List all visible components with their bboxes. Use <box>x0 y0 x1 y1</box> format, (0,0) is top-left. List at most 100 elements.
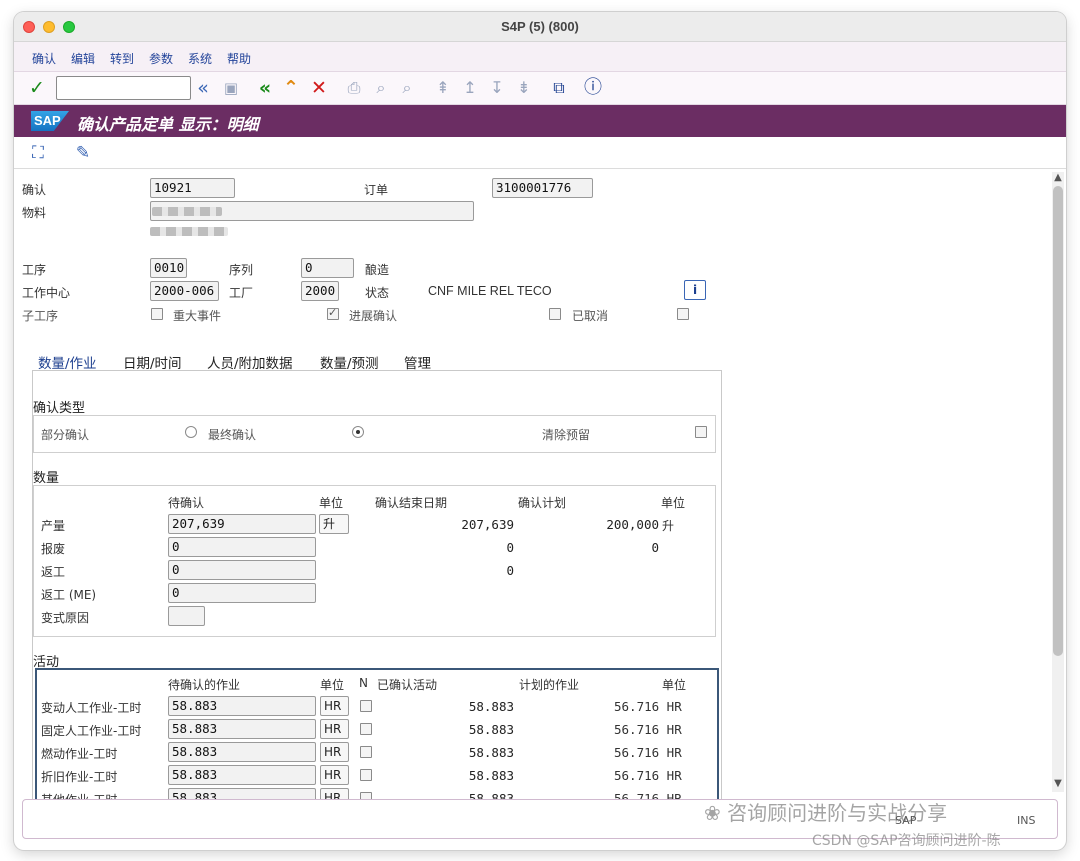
activity-n-checkbox[interactable] <box>360 700 372 712</box>
activity-label: 燃动作业-工时 <box>41 747 118 761</box>
scroll-thumb[interactable] <box>1053 186 1063 656</box>
tab-personnel[interactable]: 人员/附加数据 <box>207 352 293 372</box>
sequence-label: 序列 <box>229 263 254 277</box>
new-session-icon[interactable]: ⧉ <box>548 77 570 99</box>
scroll-up-icon[interactable]: ▲ <box>1052 172 1064 183</box>
menu-confirm[interactable]: 确认 <box>32 50 56 67</box>
redacted-material-desc <box>150 227 228 236</box>
activity-n-checkbox[interactable] <box>360 746 372 758</box>
tab-date-time[interactable]: 日期/时间 <box>123 352 182 372</box>
menu-help[interactable]: 帮助 <box>227 50 251 67</box>
activity-qty-field[interactable]: 58.883 <box>168 719 316 739</box>
qty-variance-reason-label: 变式原因 <box>41 611 90 625</box>
quantity-box: 待确认 单位 确认结束日期 确认计划 单位 产量 207,639 升 207,6… <box>33 485 716 637</box>
qty-scrap-confirmed: 0 <box>506 540 514 555</box>
qty-yield-field[interactable]: 207,639 <box>168 514 316 534</box>
activity-n-checkbox[interactable] <box>360 723 372 735</box>
scroll-down-icon[interactable]: ▼ <box>1052 778 1064 789</box>
qty-rework-field[interactable]: 0 <box>168 560 316 580</box>
order-label: 订单 <box>364 183 389 197</box>
find-next-icon[interactable]: ⌕ <box>396 77 418 99</box>
status-label: 状态 <box>365 286 390 300</box>
find-icon[interactable]: ⌕ <box>370 77 392 99</box>
save-icon[interactable]: ▣ <box>220 77 242 99</box>
edit-document-icon[interactable]: ✎ <box>72 142 94 164</box>
qty-variance-reason-field[interactable] <box>168 606 205 626</box>
workcenter-field[interactable]: 2000-006 <box>150 281 219 301</box>
activity-qty-field[interactable]: 58.883 <box>168 696 316 716</box>
print-icon[interactable]: ⎙ <box>343 77 365 99</box>
watermark-csdn: CSDN @SAP咨询顾问进阶-陈 <box>812 833 1001 849</box>
last-page-icon[interactable]: ⇟ <box>513 77 535 99</box>
act-header-confirmed: 已确认活动 <box>377 678 438 692</box>
sequence-field[interactable]: 0 <box>301 258 354 278</box>
command-field[interactable] <box>56 76 191 100</box>
next-page-icon[interactable]: ↧ <box>486 77 508 99</box>
goods-movement-icon[interactable]: ⛶ <box>27 142 49 164</box>
status-value: CNF MILE REL TECO <box>428 284 552 298</box>
enter-check-icon[interactable]: ✓ <box>26 77 48 99</box>
activity-qty-field[interactable]: 58.883 <box>168 765 316 785</box>
cancel-icon[interactable]: ✕ <box>308 77 330 99</box>
activity-label: 固定人工作业-工时 <box>41 724 142 738</box>
suboperation-label: 子工序 <box>22 309 59 323</box>
vertical-scrollbar[interactable]: ▲ ▼ <box>1052 172 1064 792</box>
menu-parameters[interactable]: 参数 <box>149 50 173 67</box>
status-ins-label: INS <box>1017 814 1036 827</box>
confirmation-field[interactable]: 10921 <box>150 178 235 198</box>
menu-edit[interactable]: 编辑 <box>71 50 95 67</box>
menu-goto[interactable]: 转到 <box>110 50 134 67</box>
back-icon[interactable]: « <box>254 77 276 99</box>
activity-confirmed: 58.883 <box>468 768 514 783</box>
qty-header-conf-end-date: 确认结束日期 <box>375 496 448 510</box>
qty-scrap-field[interactable]: 0 <box>168 537 316 557</box>
extra-checkbox[interactable] <box>677 308 689 320</box>
exit-icon[interactable]: ⌃ <box>280 77 302 99</box>
act-header-unit: 单位 <box>320 678 345 692</box>
final-confirmation-label: 最终确认 <box>208 428 257 442</box>
activity-qty-field[interactable]: 58.883 <box>168 742 316 762</box>
cancelled-label: 已取消 <box>572 309 609 323</box>
qty-yield-plan-unit: 升 <box>662 519 675 533</box>
menu-system[interactable]: 系统 <box>188 50 212 67</box>
plant-field[interactable]: 2000 <box>301 281 339 301</box>
activity-unit[interactable]: HR <box>320 696 349 716</box>
major-event-checkbox[interactable] <box>151 308 163 320</box>
order-field[interactable]: 3100001776 <box>492 178 593 198</box>
qty-rework-me-field[interactable]: 0 <box>168 583 316 603</box>
first-page-icon[interactable]: ⇞ <box>432 77 454 99</box>
operation-field[interactable]: 0010 <box>150 258 187 278</box>
activity-n-checkbox[interactable] <box>360 769 372 781</box>
window-title: S4P (5) (800) <box>501 19 579 34</box>
plant-label: 工厂 <box>229 286 254 300</box>
previous-page-icon[interactable]: ↥ <box>459 77 481 99</box>
tab-quantity-forecast[interactable]: 数量/预测 <box>320 352 379 372</box>
status-info-icon[interactable]: i <box>684 280 706 300</box>
confirmation-label: 确认 <box>22 183 47 197</box>
activity-unit[interactable]: HR <box>320 765 349 785</box>
clear-reservation-label: 清除预留 <box>542 428 591 442</box>
act-header-to-confirm: 待确认的作业 <box>168 678 241 692</box>
workcenter-label: 工作中心 <box>22 286 71 300</box>
activity-planned: 56.716 HR <box>614 745 682 760</box>
help-icon[interactable]: ⓘ <box>582 77 604 99</box>
major-event-label: 重大事件 <box>173 309 222 323</box>
qty-header-unit2: 单位 <box>661 496 686 510</box>
qty-yield-unit[interactable]: 升 <box>319 514 349 534</box>
cancelled-checkbox[interactable] <box>549 308 561 320</box>
collapse-command-icon[interactable]: « <box>192 77 214 99</box>
partial-confirmation-radio[interactable] <box>185 426 197 438</box>
progress-confirmation-checkbox[interactable] <box>327 306 339 320</box>
final-confirmation-radio[interactable] <box>352 426 364 438</box>
act-header-n: N <box>359 676 368 690</box>
clear-reservation-checkbox[interactable] <box>695 426 707 438</box>
brewing-label: 酿造 <box>365 263 390 277</box>
title-bar: S4P (5) (800) <box>14 12 1066 42</box>
activity-unit[interactable]: HR <box>320 742 349 762</box>
activity-confirmed: 58.883 <box>468 722 514 737</box>
partial-confirmation-label: 部分确认 <box>41 428 90 442</box>
qty-header-unit: 单位 <box>319 496 344 510</box>
tab-admin[interactable]: 管理 <box>404 352 431 372</box>
activities-box: 待确认的作业 单位 N 已确认活动 计划的作业 单位 变动人工作业-工时 58.… <box>35 668 719 810</box>
activity-unit[interactable]: HR <box>320 719 349 739</box>
